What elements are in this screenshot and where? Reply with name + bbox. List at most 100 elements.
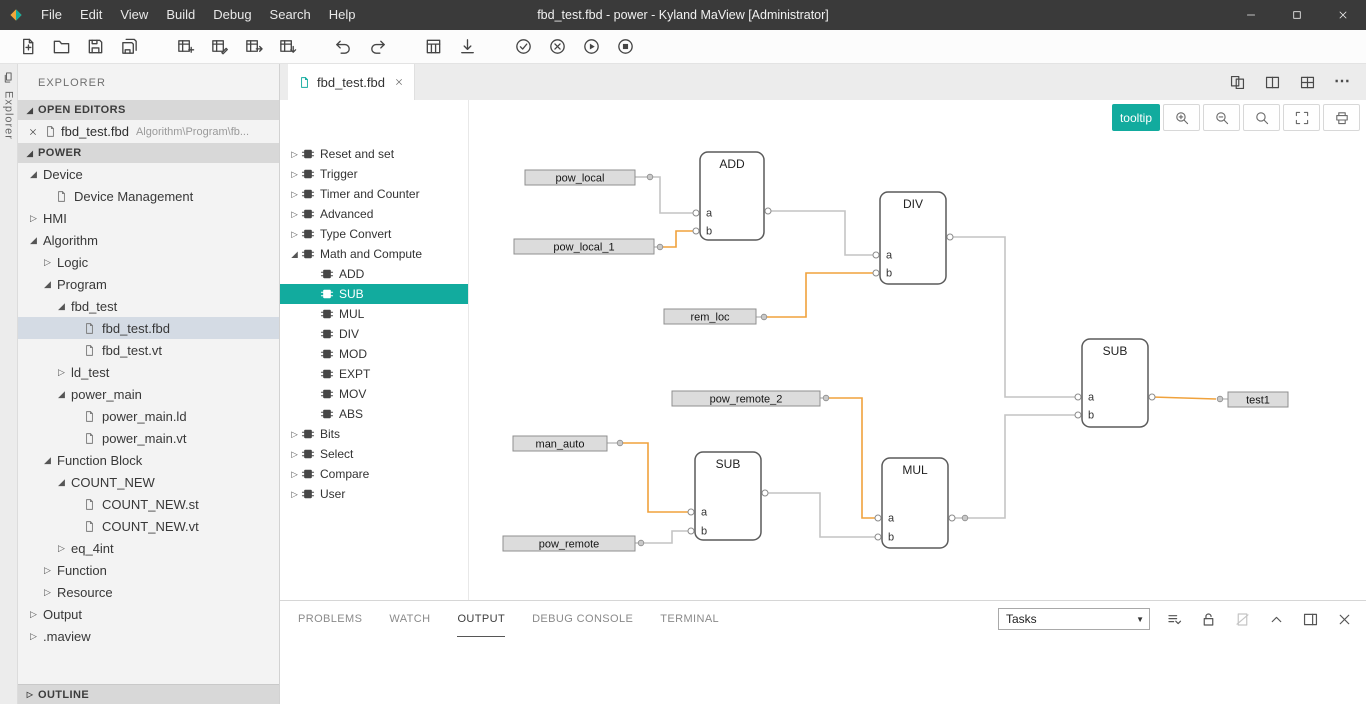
fbd-block-add[interactable]: ADDab: [693, 152, 771, 240]
menu-view[interactable]: View: [111, 0, 157, 30]
menu-build[interactable]: Build: [157, 0, 204, 30]
fbd-block-div[interactable]: DIVab: [873, 192, 953, 284]
palette-item-div[interactable]: DIV: [280, 324, 468, 344]
signal-label-rem-loc[interactable]: rem_loc: [664, 309, 756, 324]
panel-tab-output[interactable]: OUTPUT: [457, 601, 505, 637]
tree-item-function[interactable]: ▷Function: [18, 559, 279, 581]
zoom-in-button[interactable]: [1163, 104, 1200, 131]
panel-tab-problems[interactable]: PROBLEMS: [298, 601, 362, 637]
close-button[interactable]: [1334, 609, 1354, 629]
variable-monitor-button[interactable]: [416, 33, 450, 60]
wire-gray[interactable]: [650, 177, 696, 213]
palette-item-mod[interactable]: MOD: [280, 344, 468, 364]
tree-item-function-block[interactable]: ◢Function Block: [18, 449, 279, 471]
signal-label-man-auto[interactable]: man_auto: [513, 436, 607, 451]
export-table-button[interactable]: [236, 33, 270, 60]
unlock-button[interactable]: [1198, 609, 1218, 629]
tasks-dropdown[interactable]: Tasks ▼: [998, 608, 1150, 630]
wire-orange[interactable]: [826, 398, 878, 518]
tree-item-count-new-vt[interactable]: COUNT_NEW.vt: [18, 515, 279, 537]
signal-label-pow-local-1[interactable]: pow_local_1: [514, 239, 654, 254]
palette-item-mov[interactable]: MOV: [280, 384, 468, 404]
palette-item-math-and-compute[interactable]: ◢Math and Compute: [280, 244, 468, 264]
open-editors-header[interactable]: ◢ OPEN EDITORS: [18, 100, 279, 120]
open-editor-item[interactable]: fbd_test.fbd Algorithm\Program\fb...: [18, 120, 279, 143]
palette-item-abs[interactable]: ABS: [280, 404, 468, 424]
input-port[interactable]: [1075, 394, 1081, 400]
tree-item-fbd-test-vt[interactable]: fbd_test.vt: [18, 339, 279, 361]
outline-section-header[interactable]: ▷ OUTLINE: [18, 684, 279, 704]
palette-item-type-convert[interactable]: ▷Type Convert: [280, 224, 468, 244]
tree-item-algorithm[interactable]: ◢Algorithm: [18, 229, 279, 251]
fit-screen-button[interactable]: [1283, 104, 1320, 131]
menu-debug[interactable]: Debug: [204, 0, 260, 30]
tooltip-button[interactable]: tooltip: [1112, 104, 1160, 131]
fbd-block-mul[interactable]: MULab: [875, 458, 955, 548]
wire-orange[interactable]: [1152, 397, 1216, 399]
input-port[interactable]: [688, 509, 694, 515]
input-port[interactable]: [873, 270, 879, 276]
menu-file[interactable]: File: [32, 0, 71, 30]
zoom-reset-button[interactable]: [1243, 104, 1280, 131]
tree-item-eq-4int[interactable]: ▷eq_4int: [18, 537, 279, 559]
tab-close-icon[interactable]: [394, 77, 404, 87]
import-table-button[interactable]: [270, 33, 304, 60]
tree-item-program[interactable]: ◢Program: [18, 273, 279, 295]
run-circle-button[interactable]: [574, 33, 608, 60]
close-button[interactable]: [1320, 0, 1366, 30]
panel-tab-terminal[interactable]: TERMINAL: [660, 601, 719, 637]
check-circle-button[interactable]: [506, 33, 540, 60]
save-button[interactable]: [78, 33, 112, 60]
palette-item-sub[interactable]: SUB: [280, 284, 468, 304]
signal-label-pow-remote[interactable]: pow_remote: [503, 536, 635, 551]
input-port[interactable]: [688, 528, 694, 534]
wire-gray[interactable]: [965, 415, 1078, 518]
stop-circle-button[interactable]: [608, 33, 642, 60]
zoom-out-button[interactable]: [1203, 104, 1240, 131]
palette-item-expt[interactable]: EXPT: [280, 364, 468, 384]
palette-item-advanced[interactable]: ▷Advanced: [280, 204, 468, 224]
split-editor-button[interactable]: [1262, 72, 1282, 92]
tab-fbd_test-fbd[interactable]: fbd_test.fbd: [288, 64, 415, 100]
edit-table-button[interactable]: [202, 33, 236, 60]
tree-item-device[interactable]: ◢Device: [18, 163, 279, 185]
input-port[interactable]: [693, 228, 699, 234]
tree-item-count-new[interactable]: ◢COUNT_NEW: [18, 471, 279, 493]
grid-layout-button[interactable]: [1297, 72, 1317, 92]
open-folder-button[interactable]: [44, 33, 78, 60]
menu-search[interactable]: Search: [261, 0, 320, 30]
palette-item-timer-and-counter[interactable]: ▷Timer and Counter: [280, 184, 468, 204]
palette-item-reset-and-set[interactable]: ▷Reset and set: [280, 144, 468, 164]
tree-item-device-management[interactable]: Device Management: [18, 185, 279, 207]
panel-tab-debug-console[interactable]: DEBUG CONSOLE: [532, 601, 633, 637]
palette-item-trigger[interactable]: ▷Trigger: [280, 164, 468, 184]
tree-item-logic[interactable]: ▷Logic: [18, 251, 279, 273]
palette-item-bits[interactable]: ▷Bits: [280, 424, 468, 444]
tree-item-power-main[interactable]: ◢power_main: [18, 383, 279, 405]
input-port[interactable]: [873, 252, 879, 258]
redo-button[interactable]: [360, 33, 394, 60]
palette-item-mul[interactable]: MUL: [280, 304, 468, 324]
tree-item-power-main-vt[interactable]: power_main.vt: [18, 427, 279, 449]
menu-help[interactable]: Help: [320, 0, 365, 30]
menu-edit[interactable]: Edit: [71, 0, 111, 30]
print-button[interactable]: [1323, 104, 1360, 131]
input-port[interactable]: [1075, 412, 1081, 418]
wire-orange[interactable]: [764, 273, 876, 317]
signal-label-test1[interactable]: test1: [1228, 392, 1288, 407]
wire-orange[interactable]: [620, 443, 691, 512]
explorer-icon[interactable]: [2, 71, 15, 84]
power-section-header[interactable]: ◢ POWER: [18, 143, 279, 163]
more-actions-button[interactable]: ⋯: [1332, 72, 1352, 92]
panel-layout-button[interactable]: [1300, 609, 1320, 629]
input-port[interactable]: [875, 515, 881, 521]
palette-item-select[interactable]: ▷Select: [280, 444, 468, 464]
wire-gray[interactable]: [641, 531, 691, 543]
clear-output-button[interactable]: [1232, 609, 1252, 629]
cancel-circle-button[interactable]: [540, 33, 574, 60]
palette-item-user[interactable]: ▷User: [280, 484, 468, 504]
tree-item-ld-test[interactable]: ▷ld_test: [18, 361, 279, 383]
palette-item-add[interactable]: ADD: [280, 264, 468, 284]
tree-item-fbd-test[interactable]: ◢fbd_test: [18, 295, 279, 317]
download-button[interactable]: [450, 33, 484, 60]
